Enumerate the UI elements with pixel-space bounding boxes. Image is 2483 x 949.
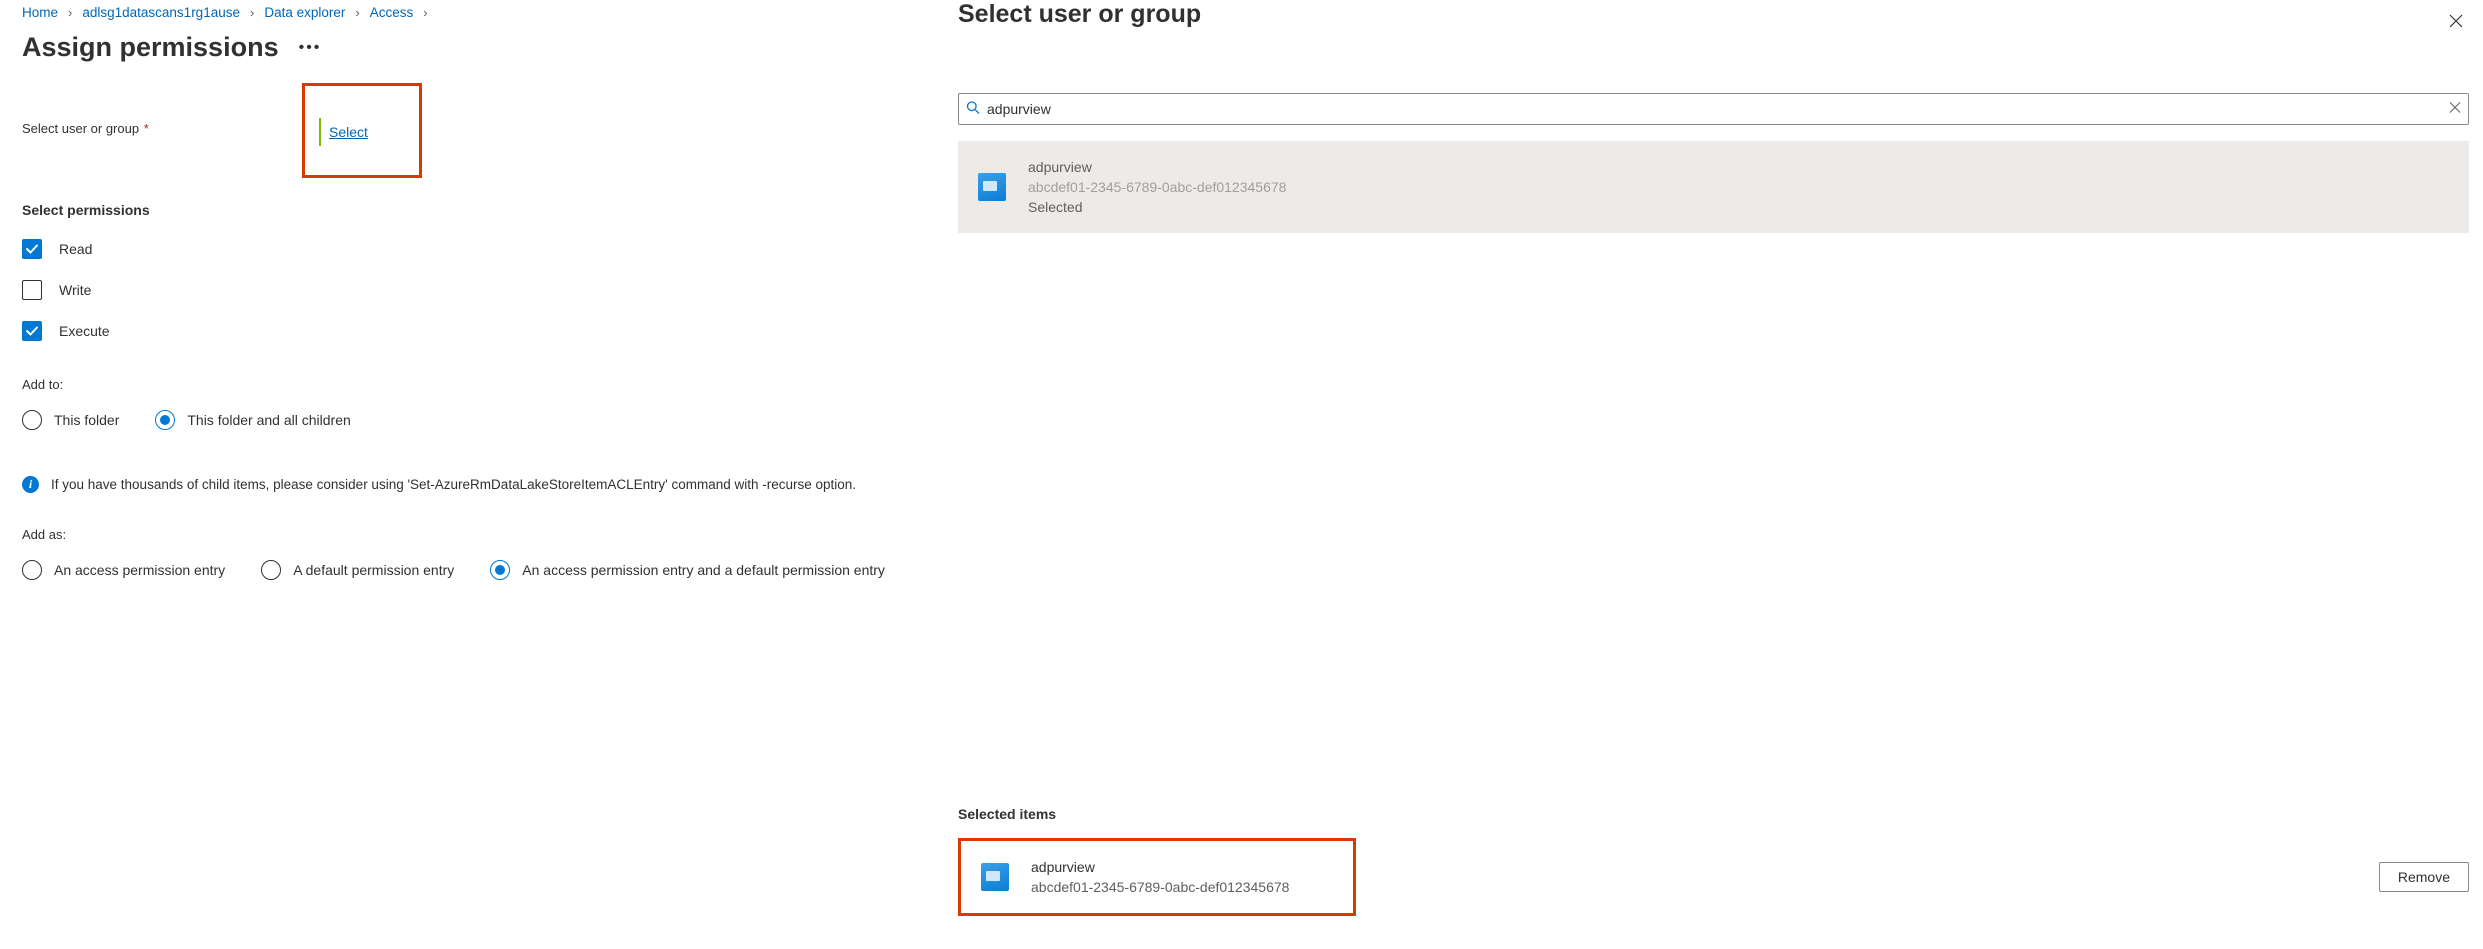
breadcrumb-link-resource[interactable]: adlsg1datascans1rg1ause <box>82 5 240 20</box>
checkbox-read[interactable] <box>22 239 42 259</box>
breadcrumb-link-data-explorer[interactable]: Data explorer <box>264 5 345 20</box>
panel-title: Select user or group <box>958 0 1201 29</box>
selected-item-card: adpurview abcdef01-2345-6789-0abc-def012… <box>958 838 1356 916</box>
checkbox-read-label: Read <box>59 241 92 257</box>
checkbox-write[interactable] <box>22 280 42 300</box>
radio-both-entry[interactable]: An access permission entry and a default… <box>490 560 885 580</box>
checkbox-execute-label: Execute <box>59 323 110 339</box>
info-icon: i <box>22 476 39 493</box>
radio-default-entry-label: A default permission entry <box>293 562 454 578</box>
result-name: adpurview <box>1028 159 1286 175</box>
select-user-label: Select user or group * <box>22 121 302 136</box>
radio-access-entry-label: An access permission entry <box>54 562 225 578</box>
breadcrumb-link-access[interactable]: Access <box>370 5 414 20</box>
search-result-item[interactable]: adpurview abcdef01-2345-6789-0abc-def012… <box>958 141 2469 233</box>
close-icon[interactable] <box>2443 6 2469 39</box>
search-icon <box>966 101 980 118</box>
result-id: abcdef01-2345-6789-0abc-def012345678 <box>1028 179 1286 195</box>
clear-icon[interactable] <box>2449 102 2461 117</box>
page-title: Assign permissions <box>22 32 279 63</box>
info-text: If you have thousands of child items, pl… <box>51 477 856 492</box>
radio-folder-children[interactable]: This folder and all children <box>155 410 350 430</box>
select-indicator-bar <box>319 118 321 146</box>
select-user-highlight: Select <box>302 83 422 178</box>
checkbox-execute[interactable] <box>22 321 42 341</box>
chevron-right-icon: › <box>68 5 72 20</box>
radio-this-folder[interactable]: This folder <box>22 410 119 430</box>
radio-default-entry[interactable]: A default permission entry <box>261 560 454 580</box>
add-as-header: Add as: <box>22 527 936 542</box>
breadcrumb-link-home[interactable]: Home <box>22 5 58 20</box>
chevron-right-icon: › <box>355 5 359 20</box>
radio-folder-children-label: This folder and all children <box>187 412 350 428</box>
radio-both-entry-label: An access permission entry and a default… <box>522 562 885 578</box>
radio-access-entry[interactable]: An access permission entry <box>22 560 225 580</box>
add-to-header: Add to: <box>22 377 936 392</box>
selected-item-name: adpurview <box>1031 859 1289 875</box>
radio-this-folder-label: This folder <box>54 412 119 428</box>
breadcrumb: Home › adlsg1datascans1rg1ause › Data ex… <box>22 0 936 20</box>
result-selected-label: Selected <box>1028 199 1286 215</box>
app-icon <box>978 173 1006 201</box>
remove-button[interactable]: Remove <box>2379 862 2469 892</box>
checkbox-write-label: Write <box>59 282 91 298</box>
permissions-header: Select permissions <box>22 202 936 218</box>
selected-items-header: Selected items <box>958 786 2469 822</box>
select-user-link[interactable]: Select <box>329 124 368 140</box>
selected-item-id: abcdef01-2345-6789-0abc-def012345678 <box>1031 879 1289 895</box>
chevron-right-icon: › <box>250 5 254 20</box>
more-menu-icon[interactable]: ••• <box>295 39 326 57</box>
search-input[interactable] <box>958 93 2469 125</box>
chevron-right-icon: › <box>423 5 427 20</box>
app-icon <box>981 863 1009 891</box>
